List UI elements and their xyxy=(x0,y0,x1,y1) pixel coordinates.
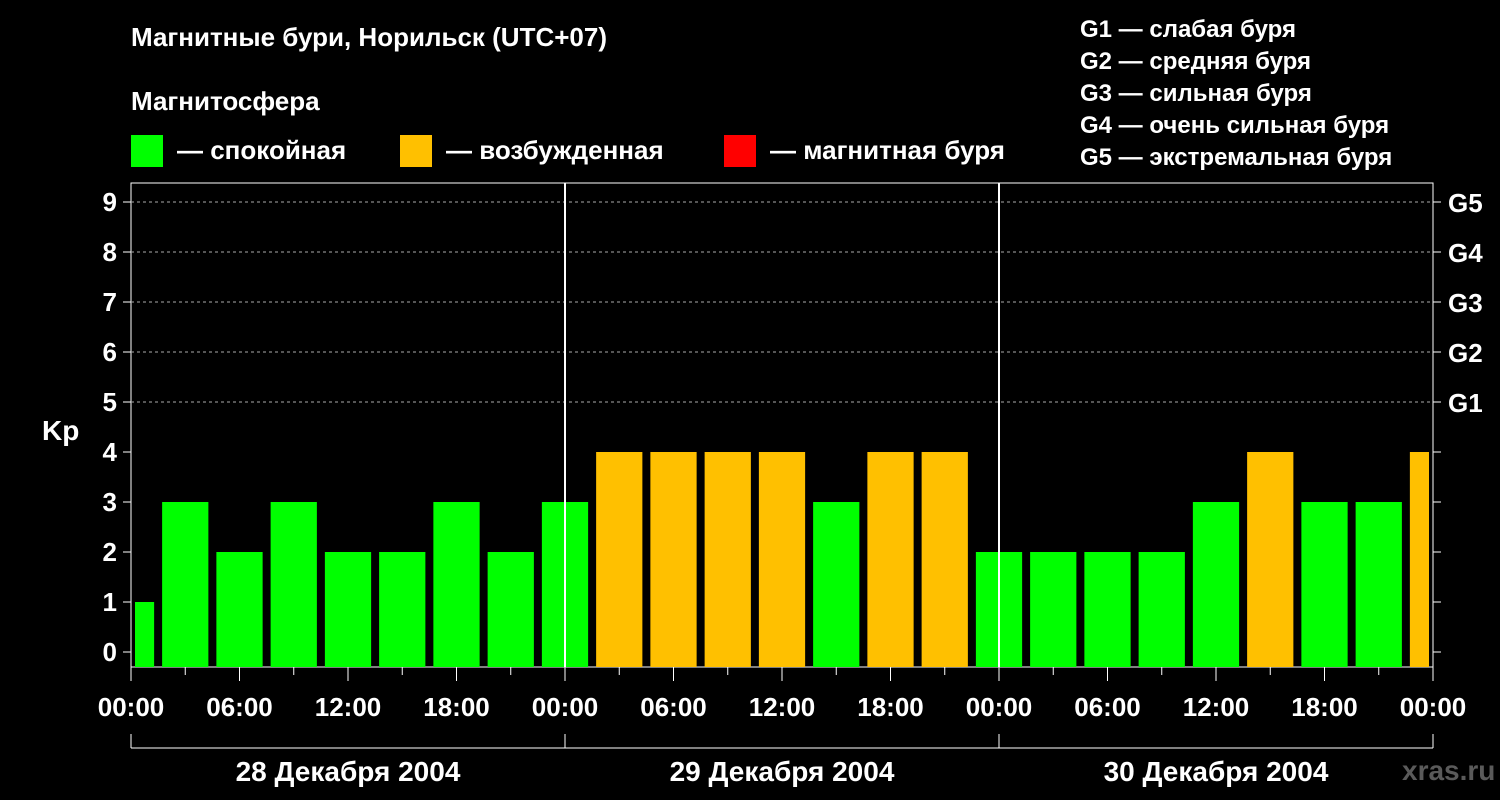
kp-bar xyxy=(1355,502,1402,667)
x-tick-label: 00:00 xyxy=(98,692,165,722)
x-tick-label: 12:00 xyxy=(315,692,382,722)
kp-bar-chart: 0 1 2 3 4 5 6 7 8 9 G1 G2 G3 G4 G5 Kp 00:00 06:00 12:00 18:… xyxy=(42,182,1483,787)
kp-bar xyxy=(867,452,914,667)
kp-bar xyxy=(650,452,697,667)
kp-bar xyxy=(1138,552,1185,667)
g-level-label: G1 xyxy=(1448,388,1483,418)
kp-bar xyxy=(704,452,751,667)
kp-bar xyxy=(758,452,806,667)
y-tick-label: 5 xyxy=(103,387,117,417)
y-tick-label: 7 xyxy=(103,287,117,317)
kp-bar xyxy=(921,452,968,667)
x-tick-label: 06:00 xyxy=(640,692,707,722)
kp-bar xyxy=(379,552,426,667)
g-level-label: G2 xyxy=(1448,338,1483,368)
x-tick-label: 00:00 xyxy=(532,692,599,722)
x-tick-label: 00:00 xyxy=(966,692,1033,722)
x-tick-label: 18:00 xyxy=(857,692,924,722)
y-axis-label: Kp xyxy=(42,415,79,446)
y-tick-label: 8 xyxy=(103,237,117,267)
kp-bar xyxy=(162,502,209,667)
y-tick-label: 9 xyxy=(103,187,117,217)
kp-bar xyxy=(1030,552,1077,667)
kp-bar xyxy=(813,502,860,667)
g-level-label: G5 xyxy=(1448,188,1483,218)
x-tick-label: 06:00 xyxy=(1074,692,1141,722)
y-tick-label: 6 xyxy=(103,337,117,367)
kp-bar xyxy=(1084,552,1131,667)
y-tick-label: 3 xyxy=(103,487,117,517)
kp-bar xyxy=(1409,452,1429,667)
kp-bar xyxy=(1192,502,1240,667)
day-label: 30 Декабря 2004 xyxy=(1104,756,1329,787)
g-level-label: G3 xyxy=(1448,288,1483,318)
y-tick-label: 0 xyxy=(103,637,117,667)
x-tick-label: 12:00 xyxy=(1183,692,1250,722)
kp-bar xyxy=(487,552,534,667)
y-tick-label: 2 xyxy=(103,537,117,567)
kp-bar xyxy=(433,502,480,667)
kp-bar xyxy=(324,552,372,667)
y-tick-label: 1 xyxy=(103,587,117,617)
y-tick-label: 4 xyxy=(103,437,118,467)
x-tick-label: 18:00 xyxy=(423,692,490,722)
g-level-label: G4 xyxy=(1448,238,1483,268)
day-label: 29 Декабря 2004 xyxy=(670,756,895,787)
watermark: xras.ru xyxy=(1402,755,1496,786)
x-tick-label: 12:00 xyxy=(749,692,816,722)
kp-bar xyxy=(270,502,317,667)
kp-bar xyxy=(216,552,263,667)
kp-bar xyxy=(1301,502,1348,667)
kp-bar xyxy=(596,452,643,667)
kp-bar xyxy=(135,602,155,667)
day-label: 28 Декабря 2004 xyxy=(236,756,461,787)
kp-bar xyxy=(1247,452,1294,667)
x-tick-label: 00:00 xyxy=(1400,692,1467,722)
x-tick-label: 18:00 xyxy=(1291,692,1358,722)
x-tick-label: 06:00 xyxy=(206,692,273,722)
